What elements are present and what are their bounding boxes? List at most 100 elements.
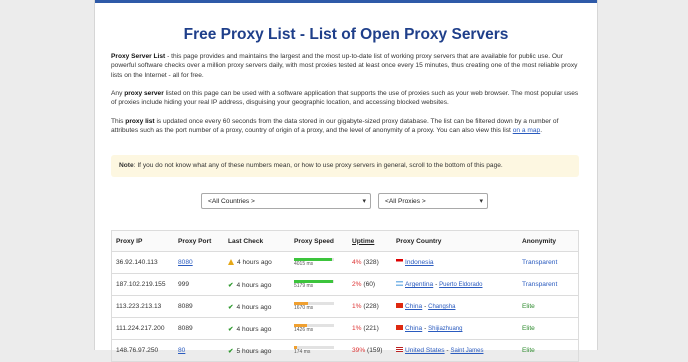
proxy-ip: 111.224.217.200 [111,317,174,340]
checkmark-icon: ✔ [228,303,234,311]
proxy-country-cell: Argentina - Puerto Eldorado [392,273,518,296]
proxy-country-cell: China - Shijiazhuang [392,317,518,340]
intro-bold-1: Proxy Server List [111,53,166,60]
intro-paragraph-1: Proxy Server List - this page provides a… [111,52,581,80]
proxy-port-link[interactable]: 8080 [178,259,193,266]
table-row: 111.224.217.200 8089 ✔ 4 hours ago 1426 m… [111,317,579,340]
speed-ms: 1426 ms [294,326,314,333]
map-link[interactable]: on a map [513,127,541,134]
table-header-row: Proxy IP Proxy Port Last Check Proxy Spe… [111,230,579,252]
intro-text-1: - this page provides and maintains the l… [111,53,578,79]
speed-indicator: 1670 ms [294,301,336,312]
flag-icon [396,303,403,308]
header-uptime[interactable]: Uptime [348,230,392,252]
proxy-country[interactable]: Indonesia [405,259,434,266]
header-proxy-ip[interactable]: Proxy IP [111,230,174,252]
proxy-city[interactable]: Changsha [428,304,455,310]
flag-icon [396,325,403,330]
intro-text-2: listed on this page can be used with a s… [111,90,579,107]
last-check: 4 hours ago [236,325,272,333]
note-text: : If you do not know what any of these n… [133,162,503,169]
anonymity-level: Elite [518,317,579,340]
proxy-city[interactable]: Shijiazhuang [428,326,462,332]
chevron-down-icon: ▾ [362,198,366,205]
proxy-port: 8089 [178,303,193,310]
warning-icon [228,259,234,265]
proxy-port-link[interactable]: 80 [178,347,185,354]
proxy-city[interactable]: Saint James [450,348,483,354]
uptime-cell: 39% (159) [348,339,392,362]
page-title: Free Proxy List - List of Open Proxy Ser… [183,26,509,43]
last-check-cell: ✔ 5 hours ago [224,339,290,362]
uptime-percent: 2% [352,281,362,288]
page-container: Free Proxy List - List of Open Proxy Ser… [94,0,598,362]
country-filter-select[interactable]: <All Countries > ▾ [201,193,371,209]
last-check-cell: ✔ 4 hours ago [224,317,290,340]
header-proxy-country[interactable]: Proxy Country [392,230,518,252]
chevron-down-icon: ▾ [479,198,483,205]
speed-ms: 5179 ms [294,282,314,289]
proxy-country[interactable]: China [405,303,422,310]
checkmark-icon: ✔ [228,281,234,289]
header-anonymity[interactable]: Anonymity [518,230,579,252]
proxy-city[interactable]: Puerto Eldorado [439,282,482,288]
header-proxy-speed[interactable]: Proxy Speed [290,230,348,252]
last-check-cell: 4 hours ago [224,251,290,274]
uptime-count: (228) [363,303,379,310]
last-check-cell: ✔ 4 hours ago [224,273,290,296]
intro-bold-3: proxy list [125,118,155,125]
table-row: 148.76.97.250 80 ✔ 5 hours ago 174 ms 39%… [111,339,579,362]
intro-pre-2: Any [111,90,125,97]
uptime-cell: 1% (228) [348,295,392,318]
proxy-country[interactable]: United States [405,347,445,354]
proxy-speed-cell: 174 ms [290,339,348,362]
anonymity-level: Transparent [518,251,579,274]
uptime-count: (221) [363,325,379,332]
proxy-ip: 148.76.97.250 [111,339,174,362]
proxy-speed-cell: 1426 ms [290,317,348,340]
last-check: 4 hours ago [236,281,272,289]
proxy-country[interactable]: China [405,325,422,332]
speed-indicator: 5179 ms [294,279,336,290]
last-check-cell: ✔ 4 hours ago [224,295,290,318]
uptime-percent: 4% [352,259,362,266]
anonymity-level: Transparent [518,273,579,296]
anonymity-level: Elite [518,295,579,318]
intro-text-3: is updated once every 60 seconds from th… [111,118,559,135]
proxy-filter-select[interactable]: <All Proxies > ▾ [378,193,488,209]
header-last-check[interactable]: Last Check [224,230,290,252]
proxy-table: Proxy IP Proxy Port Last Check Proxy Spe… [111,230,579,362]
flag-icon [396,281,403,286]
uptime-cell: 4% (328) [348,251,392,274]
uptime-percent: 1% [352,303,362,310]
uptime-cell: 1% (221) [348,317,392,340]
proxy-ip: 36.92.140.113 [111,251,174,274]
proxy-speed-cell: 5179 ms [290,273,348,296]
proxy-country-cell: United States - Saint James [392,339,518,362]
speed-indicator: 1426 ms [294,323,336,334]
proxy-port-cell: 8080 [174,251,224,274]
proxy-port-cell: 999 [174,273,224,296]
last-check: 5 hours ago [236,347,272,355]
uptime-count: (159) [367,347,383,354]
flag-icon [396,259,403,264]
uptime-count: (60) [363,281,376,288]
intro-paragraph-3: This proxy list is updated once every 60… [111,117,581,136]
note-box: Note: If you do not know what any of the… [111,155,579,177]
uptime-count: (328) [363,259,379,266]
table-row: 36.92.140.113 8080 4 hours ago 4015 ms 4… [111,251,579,274]
proxy-port: 999 [178,281,190,288]
speed-ms: 4015 ms [294,260,314,267]
last-check: 4 hours ago [237,259,272,266]
anonymity-level: Elite [518,339,579,362]
proxy-port-cell: 80 [174,339,224,362]
table-row: 113.223.213.13 8089 ✔ 4 hours ago 1670 ms… [111,295,579,318]
header-proxy-port[interactable]: Proxy Port [174,230,224,252]
intro-end-3: . [540,127,543,135]
table-row: 187.102.219.155 999 ✔ 4 hours ago 5179 ms… [111,273,579,296]
proxy-filter-value: <All Proxies > [385,198,426,205]
proxy-country-cell: China - Changsha [392,295,518,318]
proxy-country[interactable]: Argentina [405,281,433,288]
proxy-speed-cell: 1670 ms [290,295,348,318]
proxy-ip: 113.223.213.13 [111,295,174,318]
